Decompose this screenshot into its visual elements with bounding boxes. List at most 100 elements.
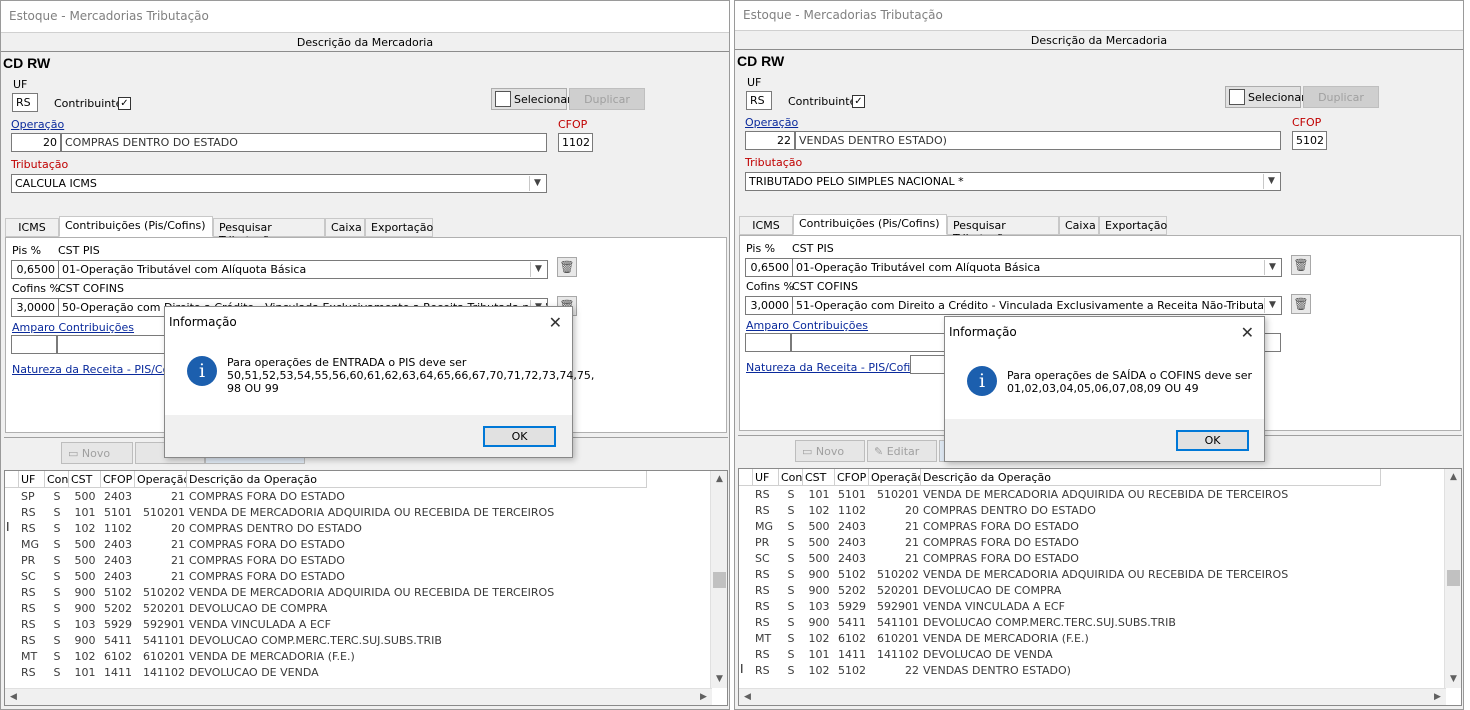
amparo-link[interactable]: Amparo Contribuições — [746, 319, 868, 332]
pis-input[interactable]: 0,6500 — [745, 258, 793, 277]
chevron-down-icon[interactable]: ▼ — [529, 176, 545, 191]
table-row[interactable]: MT S 102 6102 610201 VENDA DE MERCADORIA (F.E… — [739, 631, 1381, 647]
chevron-down-icon[interactable]: ▼ — [1264, 298, 1280, 313]
selecionar-checkbox[interactable] — [1229, 89, 1245, 105]
uf-input[interactable]: RS — [12, 93, 38, 112]
chevron-down-icon[interactable]: ▼ — [530, 262, 546, 277]
table-row[interactable]: RS S 900 5202 520201 DEVOLUCAO DE COMPRA — [739, 583, 1381, 599]
natureza-receita-link[interactable]: Natureza da Receita - PIS/Cofins — [12, 363, 189, 376]
vertical-scrollbar[interactable]: ▲ ▼ — [1444, 469, 1461, 688]
cfop-input[interactable]: 1102 — [558, 133, 593, 152]
trash-icon[interactable]: 🗑 — [1291, 294, 1311, 314]
col-uf[interactable]: UF — [19, 471, 45, 487]
table-row[interactable]: SC S 500 2403 21 COMPRAS FORA DO ESTADO — [5, 569, 647, 585]
duplicar-button[interactable]: Duplicar — [1303, 86, 1379, 108]
table-row[interactable]: RS S 900 5102 510202 VENDA DE MERCADORIA ADQU… — [739, 567, 1381, 583]
col-cfop[interactable]: CFOP — [835, 469, 869, 485]
scroll-left-icon[interactable]: ◀ — [739, 689, 756, 705]
pis-input[interactable]: 0,6500 — [11, 260, 59, 279]
table-row[interactable]: RS S 101 5101 510201 VENDA DE MERCADORIA ADQU… — [739, 487, 1381, 503]
novo-button[interactable]: ▭ Novo — [795, 440, 865, 462]
scroll-left-icon[interactable]: ◀ — [5, 689, 22, 705]
table-row[interactable]: SP S 500 2403 21 COMPRAS FORA DO ESTADO — [5, 489, 647, 505]
amparo-link[interactable]: Amparo Contribuições — [12, 321, 134, 334]
col-con[interactable]: Con — [779, 469, 803, 485]
col-descricao[interactable]: Descrição da Operação — [187, 471, 647, 487]
table-row[interactable]: RS S 103 5929 592901 VENDA VINCULADA A ECF — [5, 617, 647, 633]
col-operacao[interactable]: Operação — [135, 471, 187, 487]
tab-pesquisar-tributacao[interactable]: Pesquisar Tributação — [213, 218, 325, 247]
editar-button[interactable]: ✎ Editar — [867, 440, 937, 462]
scroll-down-icon[interactable]: ▼ — [1445, 671, 1461, 688]
trash-icon[interactable]: 🗑 — [557, 257, 577, 277]
cst-pis-select[interactable]: 01-Operação Tributável com Alíquota Bási… — [58, 260, 548, 279]
tab-exportacao[interactable]: Exportação — [365, 218, 433, 237]
ok-button[interactable]: OK — [483, 426, 556, 447]
duplicar-button[interactable]: Duplicar — [569, 88, 645, 110]
tab-caixa[interactable]: Caixa — [325, 218, 365, 237]
vertical-scrollbar[interactable]: ▲ ▼ — [710, 471, 727, 688]
chevron-down-icon[interactable]: ▼ — [1264, 260, 1280, 275]
table-row[interactable]: RS S 900 5411 541101 DEVOLUCAO COMP.MERC.TERC… — [5, 633, 647, 649]
operacao-code-input[interactable]: 22 — [745, 131, 795, 150]
tab-exportacao[interactable]: Exportação — [1099, 216, 1167, 235]
uf-input[interactable]: RS — [746, 91, 772, 110]
table-row[interactable]: RS S 102 1102 20 COMPRAS DENTRO DO ESTADO — [739, 503, 1381, 519]
col-operacao[interactable]: Operação — [869, 469, 921, 485]
selecionar-button[interactable]: Selecionar — [1225, 86, 1306, 108]
horizontal-scrollbar[interactable]: ◀ ▶ — [739, 688, 1446, 705]
cfop-input[interactable]: 5102 — [1292, 131, 1327, 150]
table-row[interactable]: RS S 102 1102 20 COMPRAS DENTRO DO ESTADO — [5, 521, 647, 537]
scroll-thumb[interactable] — [713, 572, 726, 588]
table-row[interactable]: RS S 101 5101 510201 VENDA DE MERCADORIA ADQU… — [5, 505, 647, 521]
table-row[interactable]: RS S 103 5929 592901 VENDA VINCULADA A ECF — [739, 599, 1381, 615]
tab-pesquisar-tributacao[interactable]: Pesquisar Tributação — [947, 216, 1059, 245]
table-row[interactable]: RS S 900 5102 510202 VENDA DE MERCADORIA ADQU… — [5, 585, 647, 601]
table-row[interactable]: RS S 900 5202 520201 DEVOLUCAO DE COMPRA — [5, 601, 647, 617]
col-uf[interactable]: UF — [753, 469, 779, 485]
table-row[interactable]: PR S 500 2403 21 COMPRAS FORA DO ESTADO — [739, 535, 1381, 551]
amparo-code-input[interactable] — [11, 335, 57, 354]
scroll-right-icon[interactable]: ▶ — [1429, 689, 1446, 705]
chevron-down-icon[interactable]: ▼ — [1263, 174, 1279, 189]
trash-icon[interactable]: 🗑 — [1291, 255, 1311, 275]
horizontal-scrollbar[interactable]: ◀ ▶ — [5, 688, 712, 705]
table-row[interactable]: RS S 101 1411 141102 DEVOLUCAO DE VENDA — [739, 647, 1381, 663]
scroll-right-icon[interactable]: ▶ — [695, 689, 712, 705]
selecionar-checkbox[interactable] — [495, 91, 511, 107]
table-row[interactable]: SC S 500 2403 21 COMPRAS FORA DO ESTADO — [739, 551, 1381, 567]
table-row[interactable]: MT S 102 6102 610201 VENDA DE MERCADORIA (F.E… — [5, 649, 647, 665]
cofins-input[interactable]: 3,0000 — [745, 296, 793, 315]
table-row[interactable]: MG S 500 2403 21 COMPRAS FORA DO ESTADO — [739, 519, 1381, 535]
tab-icms[interactable]: ICMS — [5, 218, 59, 237]
contribuinte-checkbox[interactable]: ✓ — [852, 95, 865, 108]
scroll-up-icon[interactable]: ▲ — [1445, 469, 1461, 486]
natureza-receita-link[interactable]: Natureza da Receita - PIS/Cofins — [746, 361, 923, 374]
cst-pis-select[interactable]: 01-Operação Tributável com Alíquota Bási… — [792, 258, 1282, 277]
cofins-input[interactable]: 3,0000 — [11, 298, 59, 317]
operacao-link[interactable]: Operação — [745, 116, 798, 129]
col-cst[interactable]: CST — [69, 471, 101, 487]
table-row[interactable]: PR S 500 2403 21 COMPRAS FORA DO ESTADO — [5, 553, 647, 569]
col-descricao[interactable]: Descrição da Operação — [921, 469, 1381, 485]
amparo-code-input[interactable] — [745, 333, 791, 352]
scroll-down-icon[interactable]: ▼ — [711, 671, 727, 688]
contribuinte-checkbox[interactable]: ✓ — [118, 97, 131, 110]
close-icon[interactable]: ✕ — [1241, 323, 1254, 342]
operacao-link[interactable]: Operação — [11, 118, 64, 131]
tab-contribuicoes[interactable]: Contribuições (Pis/Cofins) — [59, 216, 213, 237]
scroll-thumb[interactable] — [1447, 570, 1460, 586]
operacao-code-input[interactable]: 20 — [11, 133, 61, 152]
tributacao-select[interactable]: CALCULA ICMS ▼ — [11, 174, 547, 193]
tab-caixa[interactable]: Caixa — [1059, 216, 1099, 235]
table-row[interactable]: RS S 101 1411 141102 DEVOLUCAO DE VENDA — [5, 665, 647, 681]
close-icon[interactable]: ✕ — [549, 313, 562, 332]
table-row[interactable]: MG S 500 2403 21 COMPRAS FORA DO ESTADO — [5, 537, 647, 553]
col-con[interactable]: Con — [45, 471, 69, 487]
tributacao-select[interactable]: TRIBUTADO PELO SIMPLES NACIONAL * ▼ — [745, 172, 1281, 191]
ok-button[interactable]: OK — [1176, 430, 1249, 451]
table-row[interactable]: RS S 900 5411 541101 DEVOLUCAO COMP.MERC.TERC… — [739, 615, 1381, 631]
cst-cofins-select[interactable]: 51-Operação com Direito a Crédito - Vinc… — [792, 296, 1282, 315]
col-cst[interactable]: CST — [803, 469, 835, 485]
table-row[interactable]: RS S 102 5102 22 VENDAS DENTRO ESTADO) — [739, 663, 1381, 679]
